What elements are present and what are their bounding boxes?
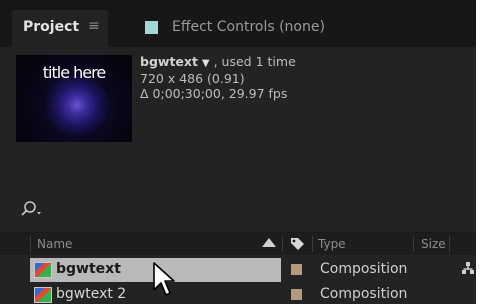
- column-divider[interactable]: [282, 236, 283, 252]
- tab-effect-controls-label: Effect Controls (none): [172, 19, 325, 35]
- thumbnail-text: title here: [42, 63, 106, 82]
- label-color-swatch[interactable]: [291, 264, 302, 275]
- tab-project-label: Project: [23, 19, 80, 35]
- composition-icon: [34, 262, 52, 278]
- column-divider[interactable]: [312, 236, 313, 252]
- tab-project[interactable]: Project ≡: [12, 10, 108, 47]
- hamburger-menu-icon[interactable]: ≡: [88, 18, 100, 34]
- composition-thumbnail: title here: [16, 55, 132, 142]
- item-name: bgwtext: [140, 54, 198, 69]
- item-usage: , used 1 time: [213, 54, 296, 69]
- row-name[interactable]: bgwtext 2: [56, 286, 126, 302]
- row-name[interactable]: bgwtext: [56, 261, 121, 277]
- tab-bar: Project ≡ Effect Controls (none): [0, 0, 476, 47]
- column-name[interactable]: Name: [37, 237, 72, 251]
- column-type[interactable]: Type: [318, 237, 346, 251]
- table-row[interactable]: bgwtext 2 Composition: [0, 283, 476, 304]
- column-divider[interactable]: [449, 236, 450, 252]
- column-size[interactable]: Size: [421, 237, 446, 251]
- tab-effect-controls[interactable]: Effect Controls (none): [133, 10, 333, 47]
- search-icon[interactable]: [20, 200, 46, 218]
- item-dimensions: 720 x 486 (0.91): [140, 71, 245, 86]
- item-duration: Δ 0;00;30;00, 29.97 fps: [140, 86, 288, 101]
- mouse-cursor-icon: [153, 262, 175, 296]
- tag-icon[interactable]: [289, 236, 305, 252]
- column-divider[interactable]: [30, 236, 31, 252]
- triangle-down-icon[interactable]: ▼: [202, 58, 210, 69]
- row-type: Composition: [320, 261, 408, 277]
- table-row[interactable]: bgwtext Composition: [0, 258, 476, 282]
- flowchart-icon[interactable]: [462, 262, 474, 276]
- item-info: bgwtext ▼ , used 1 time 720 x 486 (0.91)…: [140, 54, 296, 101]
- color-swatch-icon: [145, 21, 158, 34]
- sort-ascending-icon[interactable]: [262, 238, 276, 247]
- composition-icon: [34, 287, 52, 303]
- column-divider[interactable]: [413, 236, 414, 252]
- label-color-swatch[interactable]: [291, 289, 302, 300]
- row-type: Composition: [320, 286, 408, 302]
- project-panel: Project ≡ Effect Controls (none) title h…: [0, 0, 476, 304]
- table-header: Name Type Size: [0, 232, 476, 255]
- search-field[interactable]: [20, 200, 46, 222]
